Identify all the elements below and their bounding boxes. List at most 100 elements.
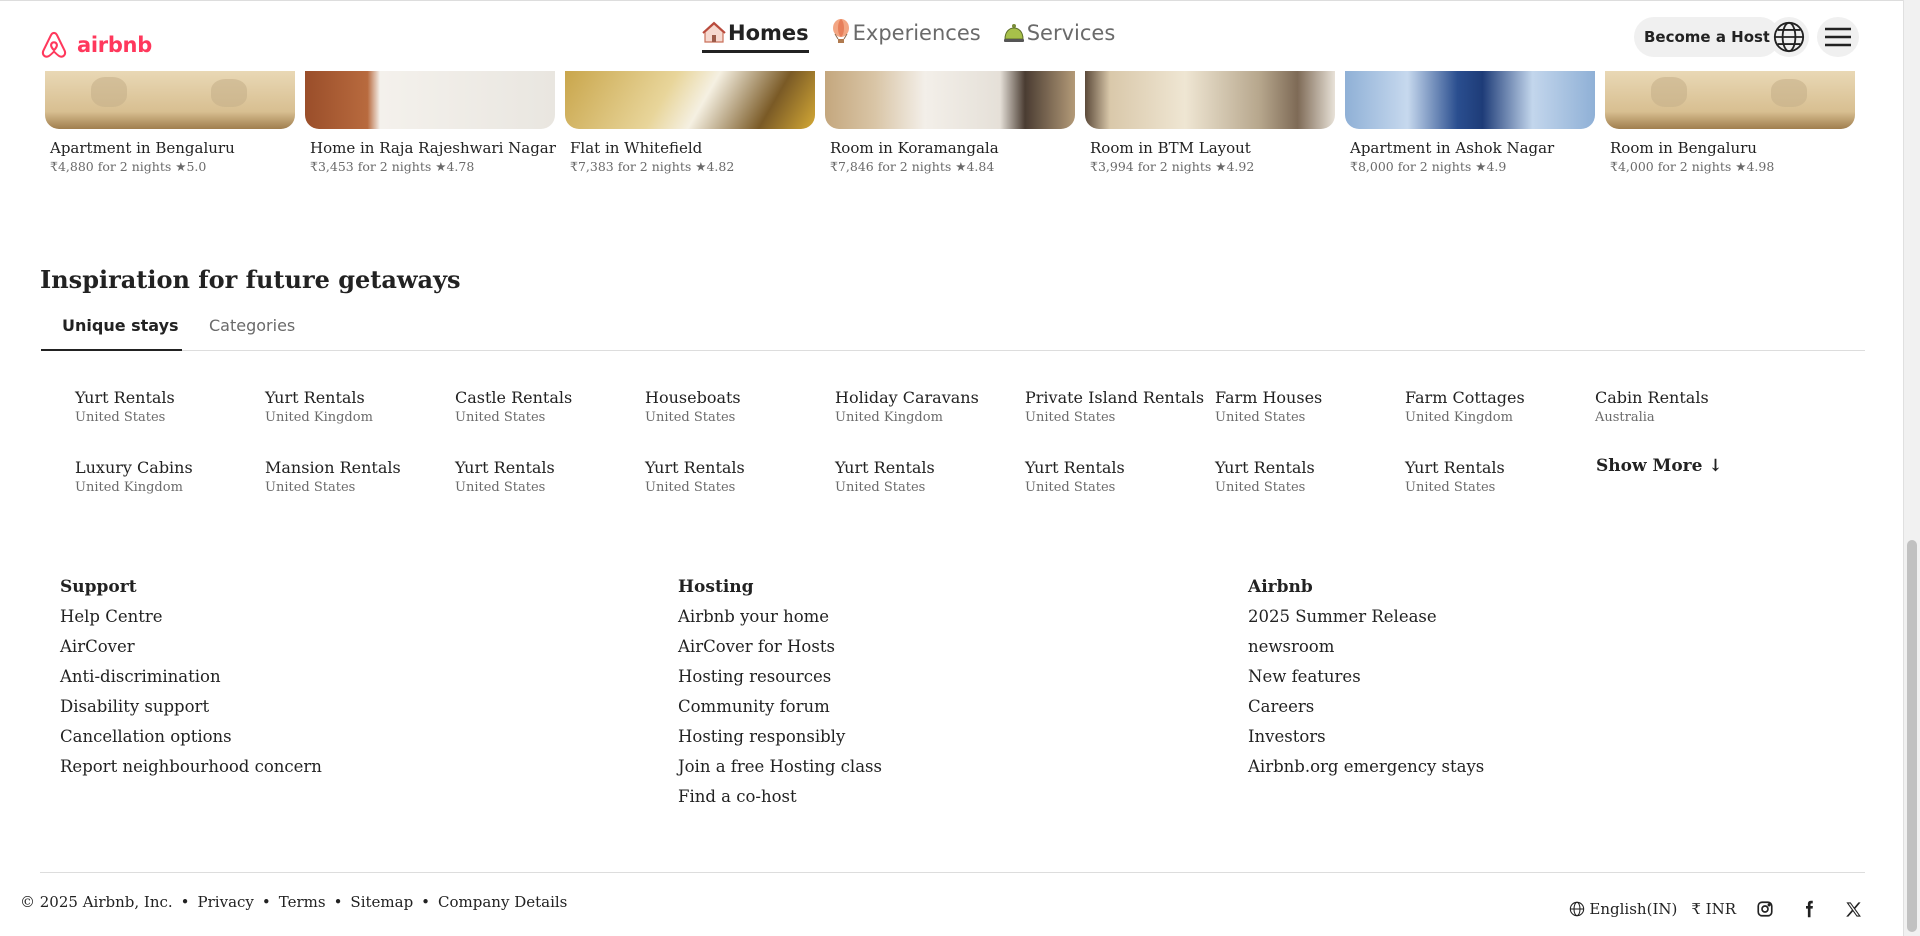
destination-item[interactable]: Castle Rentals United States: [455, 388, 635, 425]
footer-link[interactable]: Cancellation options: [60, 727, 322, 757]
instagram-icon: [1757, 901, 1773, 917]
globe-icon: [1570, 901, 1585, 917]
footer-link[interactable]: Disability support: [60, 697, 322, 727]
x-icon: [1845, 901, 1861, 917]
footer-link[interactable]: Careers: [1248, 697, 1484, 727]
listing-card[interactable]: Room in BTM Layout ₹3,994 for 2 nights ★…: [1085, 71, 1335, 174]
listing-meta: ₹3,994 for 2 nights ★4.92: [1090, 159, 1255, 174]
destination-item[interactable]: Luxury Cabins United Kingdom: [75, 458, 255, 495]
destination-name: Castle Rentals: [455, 388, 573, 407]
tab-homes[interactable]: Homes: [702, 21, 809, 53]
destination-item[interactable]: Yurt Rentals United States: [1025, 458, 1205, 495]
listing-photo[interactable]: [825, 71, 1075, 129]
footer-link[interactable]: Airbnb your home: [678, 607, 882, 637]
show-more-button[interactable]: Show More ↓: [1596, 456, 1723, 476]
listing-card[interactable]: Room in Koramangala ₹7,846 for 2 nights …: [825, 71, 1075, 174]
destination-location: United States: [1025, 480, 1116, 495]
listing-card[interactable]: Home in Raja Rajeshwari Nagar ₹3,453 for…: [305, 71, 556, 174]
listing-photo[interactable]: [565, 71, 815, 129]
separator-dot: •: [333, 893, 343, 911]
destination-item[interactable]: Yurt Rentals United States: [1215, 458, 1395, 495]
footer-link[interactable]: Report neighbourhood concern: [60, 757, 322, 787]
destination-name: Yurt Rentals: [1405, 458, 1505, 477]
footer-link[interactable]: Join a free Hosting class: [678, 757, 882, 787]
footer-link[interactable]: New features: [1248, 667, 1484, 697]
footer-link[interactable]: Anti-discrimination: [60, 667, 322, 697]
main-menu-button[interactable]: [1817, 17, 1859, 57]
listing-meta: ₹7,846 for 2 nights ★4.84: [830, 159, 995, 174]
destination-name: Farm Houses: [1215, 388, 1323, 407]
destination-item[interactable]: Yurt Rentals United States: [835, 458, 1015, 495]
sitemap-link[interactable]: Sitemap: [350, 893, 413, 911]
destination-name: Farm Cottages: [1405, 388, 1525, 407]
footer-link[interactable]: Help Centre: [60, 607, 322, 637]
footer-link[interactable]: newsroom: [1248, 637, 1484, 667]
listing-title: Apartment in Ashok Nagar: [1350, 139, 1555, 157]
footer-link[interactable]: AirCover for Hosts: [678, 637, 882, 667]
destination-item[interactable]: Yurt Rentals United Kingdom: [265, 388, 445, 425]
destination-item[interactable]: Yurt Rentals United States: [645, 458, 825, 495]
listing-title: Room in Bengaluru: [1610, 139, 1757, 157]
destination-name: Cabin Rentals: [1595, 388, 1709, 407]
destination-name: Yurt Rentals: [835, 458, 935, 477]
tab-experiences[interactable]: Experiences: [831, 19, 981, 49]
listing-photo[interactable]: [305, 71, 555, 129]
footer-link[interactable]: AirCover: [60, 637, 322, 667]
balloon-icon: [832, 19, 849, 43]
company-details-link[interactable]: Company Details: [438, 893, 567, 911]
destination-item[interactable]: Yurt Rentals United States: [455, 458, 635, 495]
footer-link[interactable]: Investors: [1248, 727, 1484, 757]
listing-photo[interactable]: [1345, 71, 1595, 129]
footer-link[interactable]: Community forum: [678, 697, 882, 727]
become-host-button[interactable]: Become a Host: [1634, 17, 1781, 57]
listing-card[interactable]: Apartment in Ashok Nagar ₹8,000 for 2 ni…: [1345, 71, 1595, 174]
instagram-link[interactable]: [1750, 898, 1780, 920]
destination-item[interactable]: Houseboats United States: [645, 388, 825, 425]
page-scrollbar[interactable]: [1903, 0, 1920, 936]
tab-services[interactable]: Services: [1003, 21, 1115, 49]
destination-location: United Kingdom: [75, 480, 183, 495]
listing-photo[interactable]: [45, 71, 295, 129]
separator-dot: •: [421, 893, 431, 911]
listing-photo[interactable]: [1605, 71, 1855, 129]
listing-card[interactable]: Room in Bengaluru ₹4,000 for 2 nights ★4…: [1605, 71, 1855, 174]
currency-selector[interactable]: ₹ INR: [1691, 900, 1736, 918]
listing-title: Apartment in Bengaluru: [50, 139, 235, 157]
privacy-link[interactable]: Privacy: [198, 893, 254, 911]
tab-categories[interactable]: Categories: [209, 316, 295, 351]
tab-unique-stays[interactable]: Unique stays: [41, 316, 182, 351]
footer-link[interactable]: Hosting resources: [678, 667, 882, 697]
destination-item[interactable]: Yurt Rentals United States: [1405, 458, 1585, 495]
destination-item[interactable]: Yurt Rentals United States: [75, 388, 255, 425]
listing-title: Home in Raja Rajeshwari Nagar: [310, 139, 556, 157]
destination-item[interactable]: Private Island Rentals United States: [1025, 388, 1205, 425]
listing-photo[interactable]: [1085, 71, 1335, 129]
destination-location: United Kingdom: [1405, 410, 1513, 425]
airbnb-logo[interactable]: airbnb: [36, 31, 152, 59]
destination-item[interactable]: Mansion Rentals United States: [265, 458, 445, 495]
tab-experiences-label: Experiences: [852, 21, 981, 45]
language-button[interactable]: [1769, 17, 1809, 57]
destination-item[interactable]: Farm Houses United States: [1215, 388, 1395, 425]
x-twitter-link[interactable]: [1838, 898, 1868, 920]
destination-name: Holiday Caravans: [835, 388, 979, 407]
scrollbar-thumb[interactable]: [1907, 540, 1917, 932]
language-selector[interactable]: English(IN): [1569, 900, 1677, 918]
destination-item[interactable]: Cabin Rentals Australia: [1595, 388, 1775, 425]
destination-item[interactable]: Holiday Caravans United Kingdom: [835, 388, 1015, 425]
facebook-icon: [1806, 900, 1813, 918]
footer-link[interactable]: Hosting responsibly: [678, 727, 882, 757]
footer-link[interactable]: 2025 Summer Release: [1248, 607, 1484, 637]
top-header: airbnb Homes Experiences Services Become…: [0, 0, 1903, 71]
footer-heading: Hosting: [678, 577, 754, 597]
footer-link[interactable]: Airbnb.org emergency stays: [1248, 757, 1484, 787]
listing-card[interactable]: Flat in Whitefield ₹7,383 for 2 nights ★…: [565, 71, 815, 174]
separator-dot: •: [261, 893, 271, 911]
tab-homes-label: Homes: [728, 21, 809, 45]
terms-link[interactable]: Terms: [279, 893, 326, 911]
listing-card[interactable]: Apartment in Bengaluru ₹4,880 for 2 nigh…: [45, 71, 295, 174]
footer-link[interactable]: Find a co-host: [678, 787, 882, 817]
facebook-link[interactable]: [1794, 898, 1824, 920]
destination-location: United Kingdom: [835, 410, 943, 425]
destination-item[interactable]: Farm Cottages United Kingdom: [1405, 388, 1585, 425]
